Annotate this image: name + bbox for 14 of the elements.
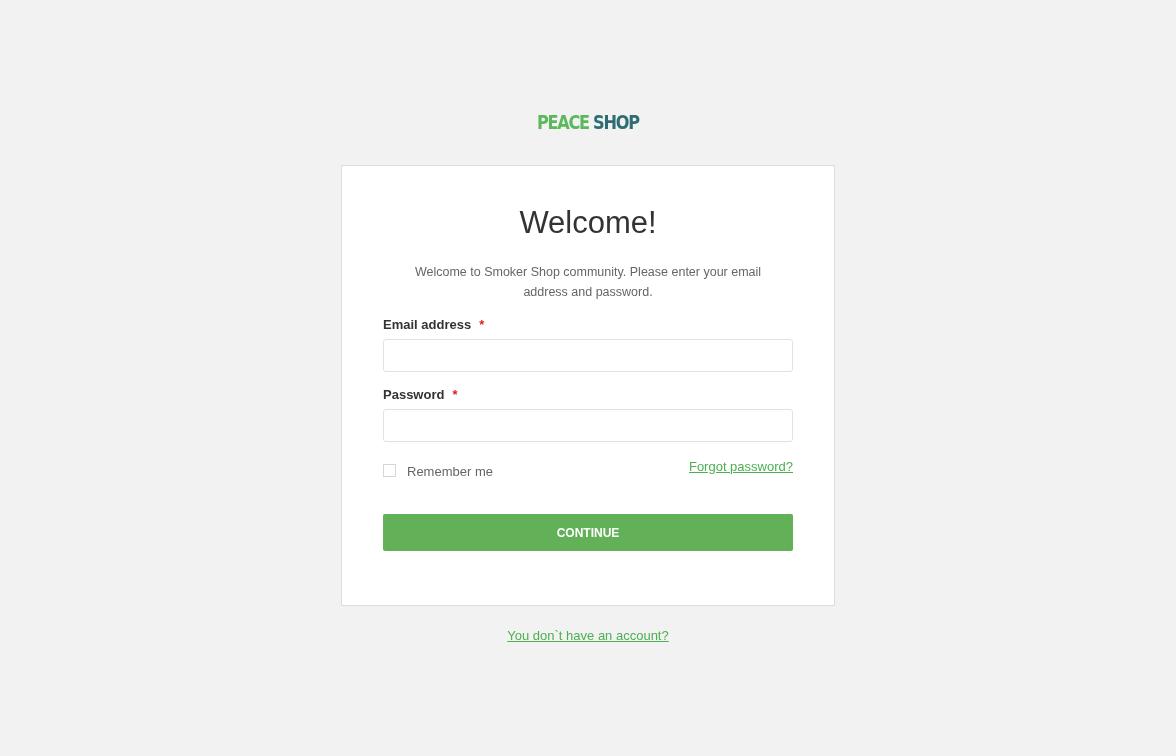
welcome-title: Welcome!: [518, 204, 658, 242]
continue-button[interactable]: CONTINUE: [383, 514, 793, 551]
signup-link[interactable]: You don`t have an account?: [507, 628, 669, 643]
logo: PEACE SHOP: [537, 110, 639, 134]
required-mark: *: [479, 316, 485, 332]
intro-text: Welcome to Smoker Shop community. Please enter your email address and password.: [413, 264, 763, 301]
input-field[interactable]: [383, 409, 793, 442]
required-mark: *: [452, 386, 458, 402]
remember-label[interactable]: Remember me: [407, 463, 493, 481]
field-label: Email address: [383, 316, 472, 332]
input-field[interactable]: [383, 339, 793, 372]
forgot-password-link[interactable]: Forgot password?: [688, 459, 793, 474]
checkbox[interactable]: [383, 463, 396, 477]
field-label: Password: [383, 386, 445, 402]
